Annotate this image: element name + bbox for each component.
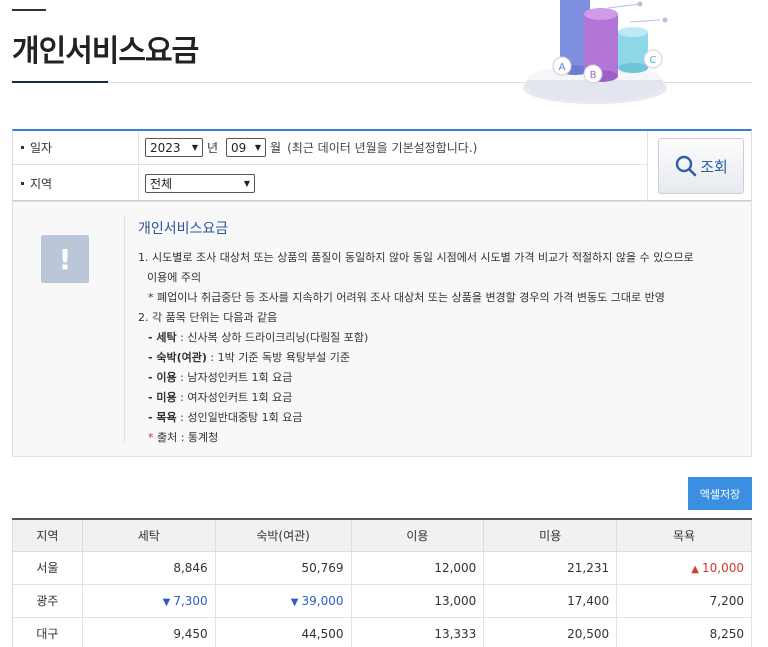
notice-box: ! 개인서비스요금 1. 시도별로 조사 대상처 또는 상품의 품질이 동일하지… bbox=[12, 201, 752, 457]
price-cell: 8,846 bbox=[81, 550, 216, 585]
form-divider bbox=[647, 131, 648, 201]
search-button[interactable]: 조회 bbox=[658, 138, 744, 194]
year-select-value: 2023 bbox=[150, 140, 181, 155]
year-unit: 년 bbox=[207, 141, 219, 155]
region-label: 지역 bbox=[30, 176, 53, 191]
price-value: 50,769 bbox=[301, 560, 344, 575]
search-icon bbox=[675, 155, 697, 177]
month-unit: 월 bbox=[270, 141, 282, 155]
price-value: 12,000 bbox=[434, 560, 477, 575]
price-value: 10,000 bbox=[702, 560, 744, 575]
table-row: 서울 8,846 50,769 12,000 21,231 ▲ 10,000 bbox=[12, 550, 752, 585]
table-row: 광주 ▼ 7,300 ▼ 39,000 13,000 17,400 7,200 bbox=[12, 583, 752, 618]
notice-line: 1. 시도별로 조사 대상처 또는 상품의 품질이 동일하지 않아 동일 시점에… bbox=[138, 251, 694, 264]
chevron-down-icon: ▼ bbox=[191, 143, 198, 152]
price-cell: 9,450 bbox=[81, 616, 216, 647]
title-top-rule bbox=[12, 9, 46, 11]
price-value: 17,400 bbox=[567, 593, 610, 608]
price-value: 9,450 bbox=[173, 626, 208, 641]
column-header: 미용 bbox=[483, 519, 618, 552]
exclamation-icon: ! bbox=[41, 235, 89, 283]
triangle-up-icon: ▲ bbox=[691, 563, 699, 575]
table-row: 대구 9,450 44,500 13,333 20,500 8,250 bbox=[12, 616, 752, 647]
table-header-row: 지역 세탁 숙박(여관) 이용 미용 목욕 bbox=[12, 519, 752, 552]
price-cell: ▲ 10,000 bbox=[616, 550, 752, 585]
month-select[interactable]: 09 ▼ bbox=[226, 138, 267, 157]
price-cell: 17,400 bbox=[483, 583, 618, 618]
column-header: 지역 bbox=[12, 519, 83, 552]
chevron-down-icon: ▼ bbox=[254, 143, 262, 152]
price-cell: 7,200 bbox=[616, 583, 752, 618]
column-header: 세탁 bbox=[81, 519, 216, 552]
chevron-down-icon: ▼ bbox=[243, 178, 250, 188]
search-button-label: 조회 bbox=[700, 157, 728, 176]
price-cell: 20,500 bbox=[483, 616, 618, 647]
notice-line: 2. 각 품목 단위는 다음과 같음 bbox=[138, 311, 278, 324]
date-row: 일자 2023 ▼ 년 09 ▼ 월 (최근 데이터 년월을 기본설정합니다.) bbox=[13, 131, 647, 165]
title-underline bbox=[12, 81, 108, 83]
excel-save-button[interactable]: 액셀저장 bbox=[688, 477, 752, 510]
hero-label-b: B bbox=[590, 70, 597, 81]
region-cell: 서울 bbox=[12, 550, 83, 585]
notice-item: - 세탁 : 신사복 상하 드라이크리닝(다림질 포함) bbox=[148, 331, 369, 344]
triangle-down-icon: ▼ bbox=[290, 596, 299, 608]
notice-source: * 출처 : 통계청 bbox=[148, 431, 219, 444]
notice-line: * 폐업이나 취급중단 등 조사를 지속하기 어려워 조사 대상처 또는 상품을… bbox=[148, 291, 665, 304]
notice-item: - 목욕 : 성인일반대중탕 1회 요금 bbox=[148, 411, 303, 424]
price-value: 39,000 bbox=[301, 593, 344, 608]
price-cell: 44,500 bbox=[214, 616, 352, 647]
price-value: 21,231 bbox=[567, 560, 610, 575]
year-select[interactable]: 2023 ▼ bbox=[145, 138, 203, 157]
column-header: 이용 bbox=[350, 519, 485, 552]
hero-label-a: A bbox=[559, 62, 566, 73]
notice-title: 개인서비스요금 bbox=[138, 221, 229, 237]
region-cell: 대구 bbox=[12, 616, 83, 647]
price-cell: ▼ 39,000 bbox=[214, 583, 352, 618]
column-header: 숙박(여관) bbox=[214, 519, 352, 552]
region-select-value: 전체 bbox=[150, 176, 173, 191]
price-table: 지역 세탁 숙박(여관) 이용 미용 목욕 서울 8,846 50,769 12,00… bbox=[12, 518, 752, 647]
price-value: 8,250 bbox=[709, 626, 744, 641]
price-cell: 21,231 bbox=[483, 550, 618, 585]
price-cell: ▼ 7,300 bbox=[81, 583, 216, 618]
price-value: 7,300 bbox=[173, 593, 208, 608]
region-row: 지역 전체 ▼ bbox=[13, 166, 647, 200]
notice-body: 개인서비스요금 1. 시도별로 조사 대상처 또는 상품의 품질이 동일하지 않… bbox=[138, 218, 738, 448]
page-title: 개인서비스요금 bbox=[12, 34, 199, 69]
notice-item: - 숙박(여관) : 1박 기준 독방 욕탕부설 기준 bbox=[148, 351, 350, 364]
price-cell: 50,769 bbox=[214, 550, 352, 585]
price-value: 20,500 bbox=[567, 626, 610, 641]
hero-label-c: C bbox=[650, 55, 657, 66]
price-value: 13,000 bbox=[434, 593, 477, 608]
notice-divider bbox=[124, 216, 125, 442]
date-label: 일자 bbox=[30, 141, 53, 155]
price-cell: 13,000 bbox=[350, 583, 485, 618]
price-cell: 13,333 bbox=[350, 616, 485, 647]
month-select-value: 09 bbox=[231, 140, 247, 155]
price-value: 7,200 bbox=[709, 593, 744, 608]
notice-item: - 이용 : 남자성인커트 1회 요금 bbox=[148, 371, 293, 384]
price-value: 44,500 bbox=[301, 626, 344, 641]
triangle-down-icon: ▼ bbox=[162, 596, 171, 608]
region-select[interactable]: 전체 ▼ bbox=[145, 173, 255, 193]
price-value: 8,846 bbox=[173, 560, 208, 575]
notice-item: - 미용 : 여자성인커트 1회 요금 bbox=[148, 391, 293, 404]
price-cell: 12,000 bbox=[350, 550, 485, 585]
column-header: 목욕 bbox=[616, 519, 752, 552]
date-hint: (최근 데이터 년월을 기본설정합니다.) bbox=[287, 141, 478, 155]
notice-line: 이용에 주의 bbox=[147, 271, 202, 284]
hero-illustration: A B C bbox=[500, 0, 700, 112]
price-cell: 8,250 bbox=[616, 616, 752, 647]
region-cell: 광주 bbox=[12, 583, 83, 618]
bullet-icon bbox=[21, 181, 24, 185]
search-form: 일자 2023 ▼ 년 09 ▼ 월 (최근 데이터 년월을 기본설정합니다.)… bbox=[12, 129, 752, 201]
price-value: 13,333 bbox=[434, 626, 477, 641]
bullet-icon bbox=[21, 146, 24, 149]
